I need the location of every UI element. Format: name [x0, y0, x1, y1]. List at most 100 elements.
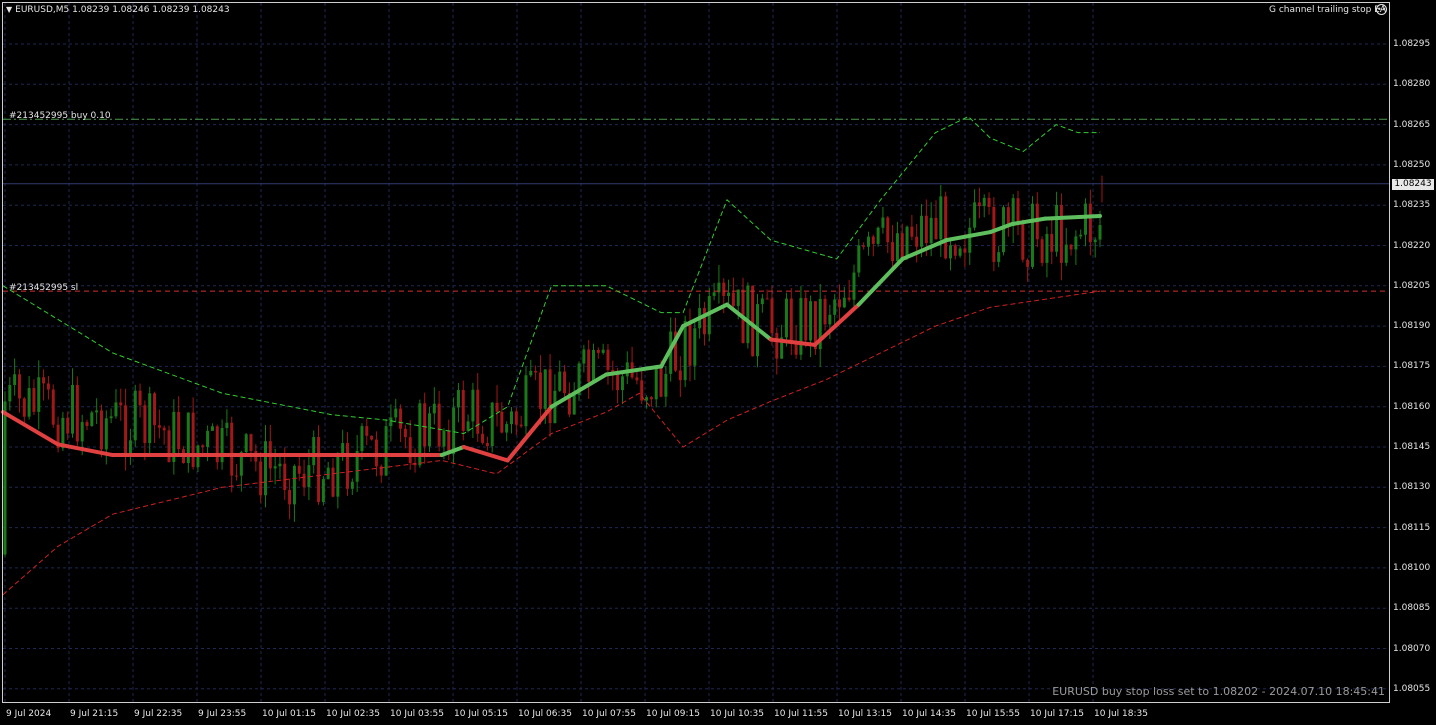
- price-tick-label: 1.08160: [1393, 401, 1431, 412]
- symbol-quote: EURUSD,M5 1.08239 1.08246 1.08239 1.0824…: [15, 5, 230, 15]
- status-message: EURUSD buy stop loss set to 1.08202 - 20…: [1052, 685, 1385, 698]
- candle-body: [915, 236, 919, 247]
- candle-body: [587, 349, 591, 382]
- price-tick-label: 1.08130: [1393, 482, 1431, 493]
- smiley-face-icon[interactable]: ••: [1376, 4, 1387, 15]
- candle-body: [1026, 259, 1030, 267]
- candle-body: [828, 314, 832, 325]
- caret-down-icon[interactable]: ▼: [6, 5, 12, 14]
- candle-body: [423, 403, 427, 447]
- time-tick-label: 10 Jul 01:15: [262, 709, 316, 719]
- price-tick-label: 1.08250: [1393, 159, 1431, 170]
- time-tick-label: 10 Jul 02:35: [326, 709, 380, 719]
- candle-body: [384, 426, 388, 476]
- candle-body: [939, 196, 943, 240]
- candle-body: [403, 428, 407, 438]
- candle-body: [616, 374, 620, 391]
- candle-body: [702, 308, 706, 335]
- time-tick-label: 10 Jul 09:15: [646, 709, 700, 719]
- candle-body: [601, 349, 605, 353]
- candle-body: [114, 402, 118, 417]
- candle-body: [891, 242, 895, 262]
- price-tick-label: 1.08205: [1393, 280, 1431, 291]
- candle-body: [727, 292, 731, 296]
- candle-body: [558, 371, 562, 391]
- candle-body: [206, 430, 210, 447]
- candle-body: [746, 285, 750, 344]
- candle-body: [857, 245, 861, 273]
- candle-body: [148, 393, 152, 444]
- candle-body: [191, 412, 195, 467]
- time-tick-label: 10 Jul 15:55: [966, 709, 1020, 719]
- candle-body: [509, 411, 513, 425]
- trend-line-segment: [604, 364, 664, 377]
- candle-body: [924, 215, 928, 244]
- candle-body: [461, 390, 465, 431]
- candle-body: [871, 236, 875, 244]
- candle-body: [437, 403, 441, 447]
- candle-body: [722, 282, 726, 296]
- time-tick-label: 9 Jul 21:15: [70, 709, 119, 719]
- candle-body: [973, 202, 977, 228]
- chart-window[interactable]: ▼ EURUSD,M5 1.08239 1.08246 1.08239 1.082…: [0, 0, 1436, 725]
- candle-body: [259, 461, 263, 496]
- candle-body: [389, 417, 393, 427]
- candle-body: [235, 475, 239, 477]
- trend-line-segment: [900, 238, 949, 261]
- candle-body: [273, 466, 277, 469]
- candle-body: [649, 397, 653, 400]
- candle-body: [177, 411, 181, 450]
- candle-body: [1084, 203, 1088, 235]
- time-tick-label: 10 Jul 11:55: [774, 709, 828, 719]
- candle-body: [770, 298, 774, 334]
- candle-body: [297, 465, 301, 474]
- candle-body: [124, 405, 128, 455]
- price-chart[interactable]: [0, 0, 1436, 725]
- candle-body: [958, 248, 962, 256]
- trend-line-segment: [856, 256, 905, 307]
- candle-body: [1016, 198, 1020, 224]
- candle-body: [288, 490, 292, 505]
- candle-body: [13, 374, 17, 386]
- candle-body: [42, 377, 46, 384]
- candle-body: [495, 402, 499, 412]
- candle-body: [80, 422, 84, 442]
- candle-body: [326, 467, 330, 480]
- candle-body: [109, 416, 113, 419]
- candle-body: [485, 442, 489, 447]
- price-tick-label: 1.08055: [1393, 683, 1431, 694]
- candle-body: [374, 439, 378, 467]
- candle-body: [51, 389, 55, 425]
- price-tick-label: 1.08220: [1393, 240, 1431, 251]
- candle-body: [563, 371, 567, 394]
- candle-body: [95, 410, 99, 413]
- candle-body: [370, 435, 374, 440]
- candle-body: [693, 328, 697, 366]
- candle-body: [592, 349, 596, 382]
- candle-body: [519, 424, 523, 427]
- candle-body: [784, 298, 788, 338]
- candle-body: [263, 441, 267, 496]
- candle-body: [992, 207, 996, 262]
- candle-body: [799, 298, 803, 355]
- candle-body: [712, 292, 716, 296]
- trend-line-segment: [1043, 213, 1102, 221]
- candle-body: [1040, 239, 1044, 263]
- candle-body: [505, 424, 509, 433]
- time-tick-label: 10 Jul 17:15: [1030, 709, 1084, 719]
- candle-body: [1030, 203, 1034, 267]
- candle-body: [654, 366, 658, 400]
- candle-body: [133, 390, 137, 441]
- candle-body: [538, 372, 542, 409]
- price-tick-label: 1.08100: [1393, 562, 1431, 573]
- candle-body: [543, 369, 547, 409]
- candle-body: [977, 202, 981, 207]
- candle-body: [751, 285, 755, 357]
- candle-body: [529, 370, 533, 376]
- candle-body: [1079, 234, 1083, 237]
- candle-body: [46, 383, 50, 390]
- time-tick-label: 9 Jul 22:35: [134, 709, 183, 719]
- candle-body: [1074, 236, 1078, 250]
- candle-body: [963, 248, 967, 253]
- candle-body: [452, 407, 456, 455]
